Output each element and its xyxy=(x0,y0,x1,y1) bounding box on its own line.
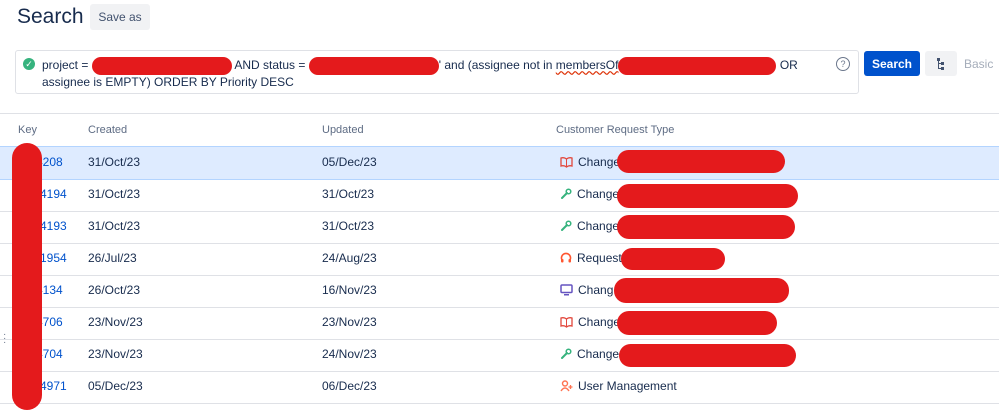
column-header-request-type[interactable]: Customer Request Type xyxy=(556,124,674,136)
request-type: Change xyxy=(560,187,619,201)
valid-query-icon: ✓ xyxy=(23,58,35,70)
query-text-project: project = xyxy=(42,58,92,73)
updated-date: 31/Oct/23 xyxy=(322,187,375,201)
wrench-icon xyxy=(561,220,572,231)
redaction-mark xyxy=(12,143,42,410)
book-icon xyxy=(560,317,573,328)
redaction-mark xyxy=(91,57,232,75)
jql-query-input[interactable]: ✓ project = AND status = ' and (assignee… xyxy=(15,50,859,94)
created-date: 31/Oct/23 xyxy=(88,219,141,233)
table-row[interactable]: 4704 23/Nov/23 24/Nov/23 Change xyxy=(0,339,999,372)
table-row[interactable]: 4134 26/Oct/23 16/Nov/23 Chang xyxy=(0,275,999,308)
redaction-mark xyxy=(621,248,725,270)
column-header-updated[interactable]: Updated xyxy=(322,124,364,136)
hierarchy-icon xyxy=(937,57,944,70)
query-text-assignee: ' and (assignee not in xyxy=(438,58,556,73)
redaction-mark xyxy=(614,278,789,303)
divider xyxy=(0,113,999,114)
request-type-label: User Management xyxy=(578,379,677,393)
redaction-mark xyxy=(617,150,785,173)
updated-date: 16/Nov/23 xyxy=(322,283,377,297)
request-type: Change xyxy=(560,219,619,233)
request-type-label: Change xyxy=(577,219,620,233)
user-add-icon xyxy=(560,380,573,392)
updated-date: 05/Dec/23 xyxy=(322,155,377,169)
request-type-label: Change xyxy=(578,155,621,169)
updated-date: 24/Nov/23 xyxy=(322,347,377,361)
table-row[interactable]: 4706 23/Nov/23 23/Nov/23 Change xyxy=(0,307,999,340)
query-line-2: assignee is EMPTY) ORDER BY Priority DES… xyxy=(42,75,294,89)
redaction-mark xyxy=(617,184,798,208)
search-button[interactable]: Search xyxy=(864,51,920,76)
table-row[interactable]: 4208 31/Oct/23 05/Dec/23 Change xyxy=(0,146,999,180)
request-type: Change xyxy=(560,347,619,361)
query-text-status: AND status = xyxy=(231,58,309,73)
redaction-mark xyxy=(308,57,439,75)
created-date: 26/Oct/23 xyxy=(88,283,141,297)
save-as-button[interactable]: Save as xyxy=(90,4,150,30)
updated-date: 06/Dec/23 xyxy=(322,379,377,393)
updated-date: 31/Oct/23 xyxy=(322,219,375,233)
column-header-key[interactable]: Key xyxy=(18,124,37,136)
request-type: Request xyxy=(560,251,622,265)
lifebuoy-icon xyxy=(560,252,572,263)
tree-view-button[interactable] xyxy=(925,51,957,76)
query-text-or: OR xyxy=(776,58,798,73)
updated-date: 24/Aug/23 xyxy=(322,251,377,265)
redaction-mark xyxy=(618,57,777,75)
basic-mode-link[interactable]: Basic xyxy=(964,57,993,71)
request-type: User Management xyxy=(560,379,677,393)
table-row[interactable]: -4971 05/Dec/23 06/Dec/23 User Managemen… xyxy=(0,371,999,404)
request-type-label: Change xyxy=(577,347,620,361)
monitor-icon xyxy=(560,284,573,296)
created-date: 05/Dec/23 xyxy=(88,379,143,393)
redaction-mark xyxy=(617,215,795,239)
created-date: 23/Nov/23 xyxy=(88,315,143,329)
request-type: Change xyxy=(560,155,620,169)
redaction-mark xyxy=(617,311,777,335)
redaction-mark xyxy=(619,344,796,367)
request-type: Change xyxy=(560,315,620,329)
query-line-1: project = AND status = ' and (assignee n… xyxy=(42,57,798,75)
help-icon[interactable]: ? xyxy=(836,57,850,71)
resize-handle-icon[interactable]: · · · xyxy=(3,330,6,348)
created-date: 31/Oct/23 xyxy=(88,187,141,201)
wrench-icon xyxy=(561,188,572,199)
column-header-created[interactable]: Created xyxy=(88,124,127,136)
created-date: 31/Oct/23 xyxy=(88,155,141,169)
table-row[interactable]: -4194 31/Oct/23 31/Oct/23 Change xyxy=(0,179,999,212)
query-text-membersof: membersOf xyxy=(555,58,619,73)
book-icon xyxy=(560,157,573,168)
request-type-label: Change xyxy=(578,315,621,329)
page-title: Search xyxy=(17,5,84,28)
table-row[interactable]: -1954 26/Jul/23 24/Aug/23 Request xyxy=(0,243,999,276)
request-type: Chang xyxy=(560,283,613,297)
created-date: 26/Jul/23 xyxy=(88,251,137,265)
request-type-label: Change xyxy=(577,187,620,201)
request-type-label: Chang xyxy=(578,283,614,297)
wrench-icon xyxy=(561,348,572,359)
updated-date: 23/Nov/23 xyxy=(322,315,377,329)
table-row[interactable]: -4193 31/Oct/23 31/Oct/23 Change xyxy=(0,211,999,244)
request-type-label: Request xyxy=(577,251,622,265)
created-date: 23/Nov/23 xyxy=(88,347,143,361)
